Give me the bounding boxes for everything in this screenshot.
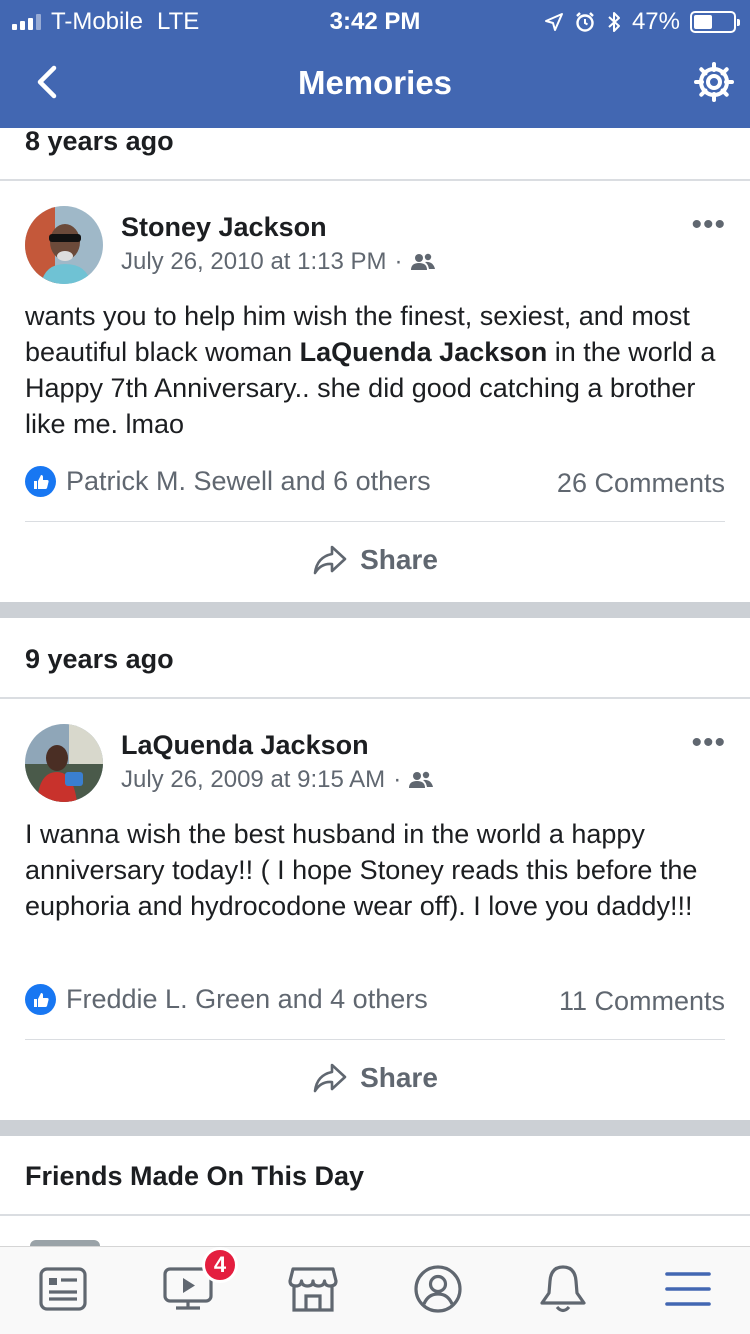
comments-count[interactable]: 26 Comments [557, 468, 725, 499]
bluetooth-icon [608, 12, 620, 32]
tab-news-feed[interactable] [35, 1261, 91, 1317]
more-options-icon[interactable]: ••• [691, 728, 726, 758]
like-icon [25, 466, 56, 497]
section-title-9-years: 9 years ago [25, 644, 174, 674]
avatar[interactable] [25, 206, 103, 284]
notifications-icon [540, 1265, 586, 1313]
battery-fill [694, 15, 712, 29]
section-separator [0, 1120, 750, 1136]
marketplace-icon [288, 1267, 338, 1312]
post-author[interactable]: Stoney Jackson [121, 212, 327, 243]
likes-text: Freddie L. Green and 4 others [66, 984, 428, 1014]
share-icon [313, 1063, 347, 1093]
post-text-body: I wanna wish the best husband in the wor… [25, 819, 698, 921]
post-text: I wanna wish the best husband in the wor… [25, 816, 730, 924]
share-button[interactable]: Share [0, 1062, 750, 1094]
status-right: 47% [544, 8, 740, 36]
avatar-laquenda-image [25, 724, 103, 802]
bottom-tab-bar: 4 [0, 1246, 750, 1334]
location-arrow-icon [544, 13, 563, 31]
divider [25, 1039, 725, 1040]
tab-menu[interactable] [660, 1261, 716, 1317]
page-title: Memories [297, 64, 453, 101]
post-date[interactable]: July 26, 2009 at 9:15 AM [121, 766, 385, 794]
reaction-summary[interactable]: Patrick M. Sewell and 6 others [25, 466, 431, 497]
share-label: Share [360, 1062, 438, 1093]
like-icon [25, 984, 56, 1015]
section-title-8-years: 8 years ago [25, 126, 174, 156]
gear-icon[interactable] [692, 60, 736, 104]
avatar-stoney-image [25, 206, 103, 284]
battery-icon [690, 11, 740, 33]
post-meta: July 26, 2009 at 9:15 AM · [121, 766, 434, 794]
divider [0, 1214, 750, 1216]
tab-profile[interactable] [410, 1261, 466, 1317]
navigation-bar: Memories [0, 40, 750, 128]
divider [0, 697, 750, 699]
post-author[interactable]: LaQuenda Jackson [121, 730, 369, 761]
post-date[interactable]: July 26, 2010 at 1:13 PM [121, 248, 387, 276]
watch-badge: 4 [202, 1247, 238, 1283]
tagged-person[interactable]: LaQuenda Jackson [300, 337, 548, 367]
tab-marketplace[interactable] [285, 1261, 341, 1317]
friends-section-title: Friends Made On This Day [25, 1161, 365, 1191]
meta-separator: · [393, 766, 402, 793]
status-bar: T-Mobile LTE 3:42 PM 47% [0, 0, 750, 40]
top-bar: T-Mobile LTE 3:42 PM 47% Memories [0, 0, 750, 128]
share-label: Share [360, 544, 438, 575]
more-options-icon[interactable]: ••• [691, 210, 726, 240]
post-meta: July 26, 2010 at 1:13 PM · [121, 248, 435, 276]
friends-icon [409, 771, 434, 788]
section-separator [0, 602, 750, 618]
friends-icon [410, 253, 435, 270]
divider [25, 521, 725, 522]
tab-watch[interactable]: 4 [160, 1247, 238, 1317]
menu-icon [665, 1272, 711, 1306]
share-button[interactable]: Share [0, 544, 750, 576]
battery-percent: 47% [631, 8, 680, 35]
tab-notifications[interactable] [535, 1261, 591, 1317]
post-text: wants you to help him wish the finest, s… [25, 298, 730, 442]
reaction-summary[interactable]: Freddie L. Green and 4 others [25, 984, 428, 1015]
profile-icon [414, 1265, 462, 1313]
meta-separator: · [394, 248, 403, 275]
likes-text: Patrick M. Sewell and 6 others [66, 466, 431, 496]
news-feed-icon [39, 1267, 87, 1311]
alarm-icon [576, 12, 594, 32]
avatar[interactable] [25, 724, 103, 802]
divider [0, 179, 750, 181]
comments-count[interactable]: 11 Comments [559, 986, 725, 1017]
share-icon [313, 545, 347, 575]
